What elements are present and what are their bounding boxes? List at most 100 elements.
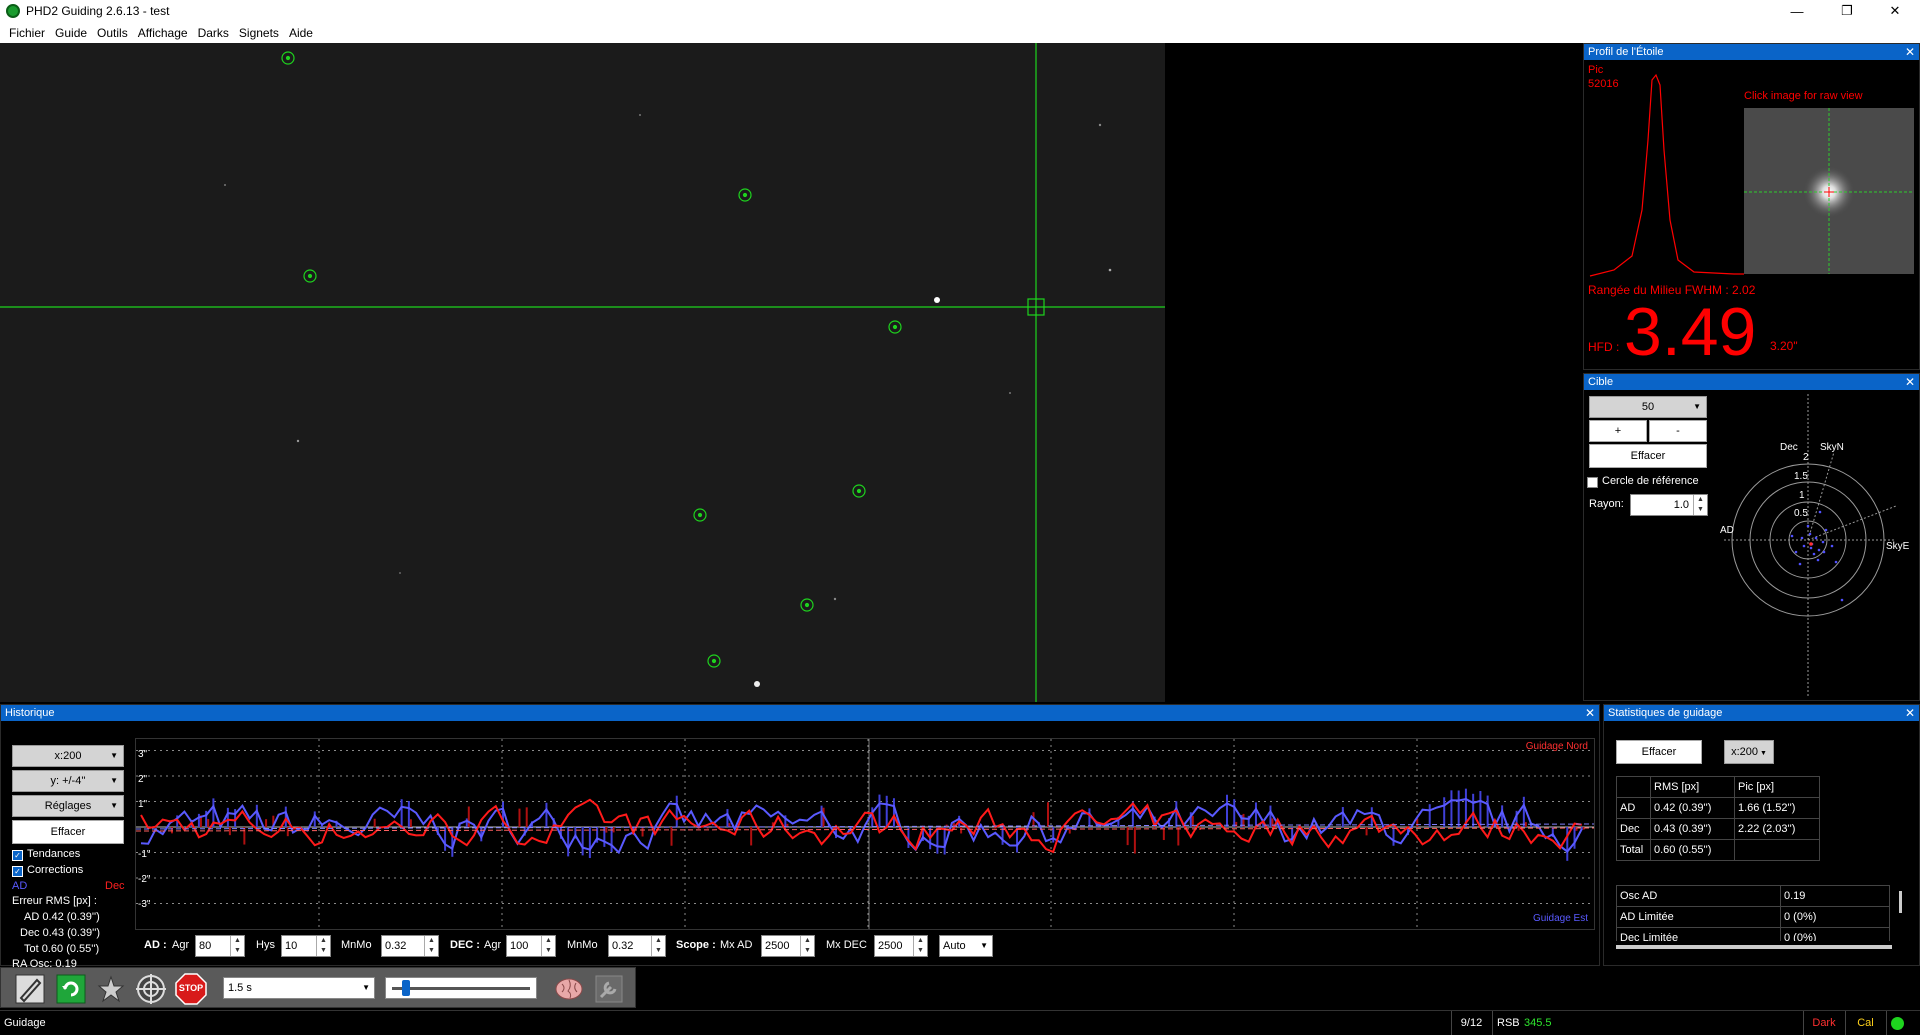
camera-frame[interactable] xyxy=(0,43,1580,702)
menu-affichage[interactable]: Affichage xyxy=(133,26,193,40)
rms-title: Erreur RMS [px] : xyxy=(12,895,97,907)
hfd-label: HFD : xyxy=(1588,340,1620,354)
close-button[interactable]: ✕ xyxy=(1872,0,1918,22)
max-dec-duration-input[interactable]: 2500 ▲ ▼ xyxy=(874,935,928,957)
tools-button[interactable] xyxy=(592,972,626,1006)
star xyxy=(1098,123,1102,127)
minimize-button[interactable]: — xyxy=(1774,0,1820,22)
y-tick-neg1: -1" xyxy=(138,849,151,860)
table-cell: Total xyxy=(1616,839,1651,861)
settings-select[interactable]: Réglages ▼ xyxy=(12,795,124,817)
spin-arrows-icon[interactable]: ▲ ▼ xyxy=(651,936,665,956)
stats-table2: Osc AD 0.19 AD Limitée 0 (0%) Dec Limité… xyxy=(1616,885,1890,941)
spin-arrows-icon[interactable]: ▲ ▼ xyxy=(424,936,438,956)
chevron-down-icon: ▼ xyxy=(1758,750,1767,757)
stats-header-row: RMS [px] Pic [px] xyxy=(1616,776,1820,798)
y-scale-select[interactable]: y: +/-4'' ▼ xyxy=(12,770,124,792)
dec-guide-mode-select[interactable]: Auto ▼ xyxy=(939,935,993,957)
stats-table2-scroll[interactable]: Osc AD 0.19 AD Limitée 0 (0%) Dec Limité… xyxy=(1616,885,1904,941)
chevron-down-icon: ▼ xyxy=(110,776,118,785)
table-cell: AD xyxy=(1616,797,1651,819)
auto-select-star-button[interactable] xyxy=(94,972,128,1006)
ad-aggressiveness-input[interactable]: 80 ▲ ▼ xyxy=(195,935,245,957)
connected-icon xyxy=(1891,1017,1904,1030)
zoom-in-button[interactable]: + xyxy=(1589,420,1647,442)
x-scale-value: x:200 xyxy=(54,750,82,762)
horizontal-scrollbar[interactable] xyxy=(1616,945,1892,949)
stats-x-scale-select[interactable]: x:200 ▼ xyxy=(1724,740,1774,764)
mx-dec-label: Mx DEC xyxy=(826,939,867,951)
chevron-down-icon: ▼ xyxy=(110,751,118,760)
window-title: PHD2 Guiding 2.6.13 - test xyxy=(26,4,170,18)
menu-fichier[interactable]: Fichier xyxy=(4,26,50,40)
spin-arrows-icon[interactable]: ▲ ▼ xyxy=(541,936,555,956)
profile-curve xyxy=(1589,73,1744,277)
star xyxy=(296,439,300,443)
stop-button[interactable]: STOP xyxy=(174,972,208,1006)
chevron-down-icon: ▼ xyxy=(980,941,988,950)
table-cell: Dec xyxy=(1616,818,1651,840)
menu-guide[interactable]: Guide xyxy=(50,26,92,40)
hfd-arcsec: 3.20" xyxy=(1770,339,1798,353)
gear-loop-button[interactable] xyxy=(13,972,47,1006)
scrollbar-thumb[interactable] xyxy=(1899,891,1902,913)
spin-arrows-icon[interactable]: ▲ ▼ xyxy=(1693,495,1707,515)
history-body: x:200 ▼ y: +/-4'' ▼ Réglages ▼ Effacer ✓… xyxy=(1,721,1599,970)
dec-aggressiveness-input[interactable]: 100 ▲ ▼ xyxy=(506,935,556,957)
menu-outils[interactable]: Outils xyxy=(92,26,133,40)
ad-agr-value: 80 xyxy=(199,940,212,952)
exposure-value: 1.5 s xyxy=(228,982,252,994)
x-scale-select[interactable]: x:200 ▼ xyxy=(12,745,124,767)
rms-total: Tot 0.60 (0.55'') xyxy=(24,943,100,955)
radius-input[interactable]: 1.0 ▲ ▼ xyxy=(1630,494,1708,516)
guide-stats-panel: Statistiques de guidage ✕ Effacer x:200 … xyxy=(1603,704,1920,966)
exposure-select[interactable]: 1.5 s ▼ xyxy=(223,977,375,999)
table-cell: 0 (0%) xyxy=(1780,927,1890,941)
zoom-out-button[interactable]: - xyxy=(1649,420,1707,442)
ad-min-move-input[interactable]: 0.32 ▲ ▼ xyxy=(381,935,439,957)
star xyxy=(1009,392,1011,394)
mx-ad-label: Mx AD xyxy=(720,939,753,951)
spin-arrows-icon[interactable]: ▲ ▼ xyxy=(230,936,244,956)
dec-min-move-input[interactable]: 0.32 ▲ ▼ xyxy=(608,935,666,957)
history-graph[interactable]: 3" 2" 1" -1" -2" -3" Guidage Nord Guidag… xyxy=(135,738,1595,930)
camera-image[interactable] xyxy=(0,43,1580,702)
loop-button[interactable] xyxy=(54,972,88,1006)
trends-checkbox[interactable]: ✓ xyxy=(12,850,23,861)
settings-label: Réglages xyxy=(44,800,92,812)
dec-legend[interactable]: Dec xyxy=(105,880,125,892)
brain-button[interactable] xyxy=(552,972,586,1006)
max-ra-duration-input[interactable]: 2500 ▲ ▼ xyxy=(761,935,815,957)
spin-arrows-icon[interactable]: ▲ ▼ xyxy=(913,936,927,956)
guide-button[interactable] xyxy=(134,972,168,1006)
chevron-down-icon: ▼ xyxy=(362,983,370,992)
ad-agr-label: Agr xyxy=(172,939,190,951)
close-icon[interactable]: ✕ xyxy=(1905,44,1915,60)
ad-legend[interactable]: AD xyxy=(12,880,27,892)
ad-hysteresis-input[interactable]: 10 ▲ ▼ xyxy=(281,935,331,957)
stats-title: Statistiques de guidage xyxy=(1608,707,1723,719)
hys-label: Hys xyxy=(256,939,275,951)
ring-label-2: 2 xyxy=(1803,452,1809,463)
bright-star xyxy=(934,297,940,303)
stats-clear-button[interactable]: Effacer xyxy=(1616,740,1702,764)
slider-thumb[interactable] xyxy=(402,980,410,996)
history-clear-button[interactable]: Effacer xyxy=(12,820,124,844)
menu-signets[interactable]: Signets xyxy=(234,26,284,40)
spin-arrows-icon[interactable]: ▲ ▼ xyxy=(316,936,330,956)
close-icon[interactable]: ✕ xyxy=(1905,705,1915,721)
target-clear-button[interactable]: Effacer xyxy=(1589,444,1707,468)
ref-circle-checkbox[interactable] xyxy=(1587,477,1598,488)
corrections-checkbox[interactable]: ✓ xyxy=(12,866,23,877)
menu-darks[interactable]: Darks xyxy=(193,26,234,40)
ad-group-label: AD : xyxy=(144,939,167,951)
close-icon[interactable]: ✕ xyxy=(1905,374,1915,390)
zoom-select[interactable]: 50 ▼ xyxy=(1589,396,1707,418)
menu-bar: Fichier Guide Outils Affichage Darks Sig… xyxy=(0,22,1920,43)
maximize-button[interactable]: ❐ xyxy=(1824,0,1870,22)
menu-aide[interactable]: Aide xyxy=(284,26,318,40)
close-icon[interactable]: ✕ xyxy=(1585,705,1595,721)
star-profile-body[interactable]: Pic 52016 Click image for raw view Rangé… xyxy=(1584,60,1919,369)
spin-arrows-icon[interactable]: ▲ ▼ xyxy=(800,936,814,956)
gamma-slider[interactable] xyxy=(385,977,537,999)
